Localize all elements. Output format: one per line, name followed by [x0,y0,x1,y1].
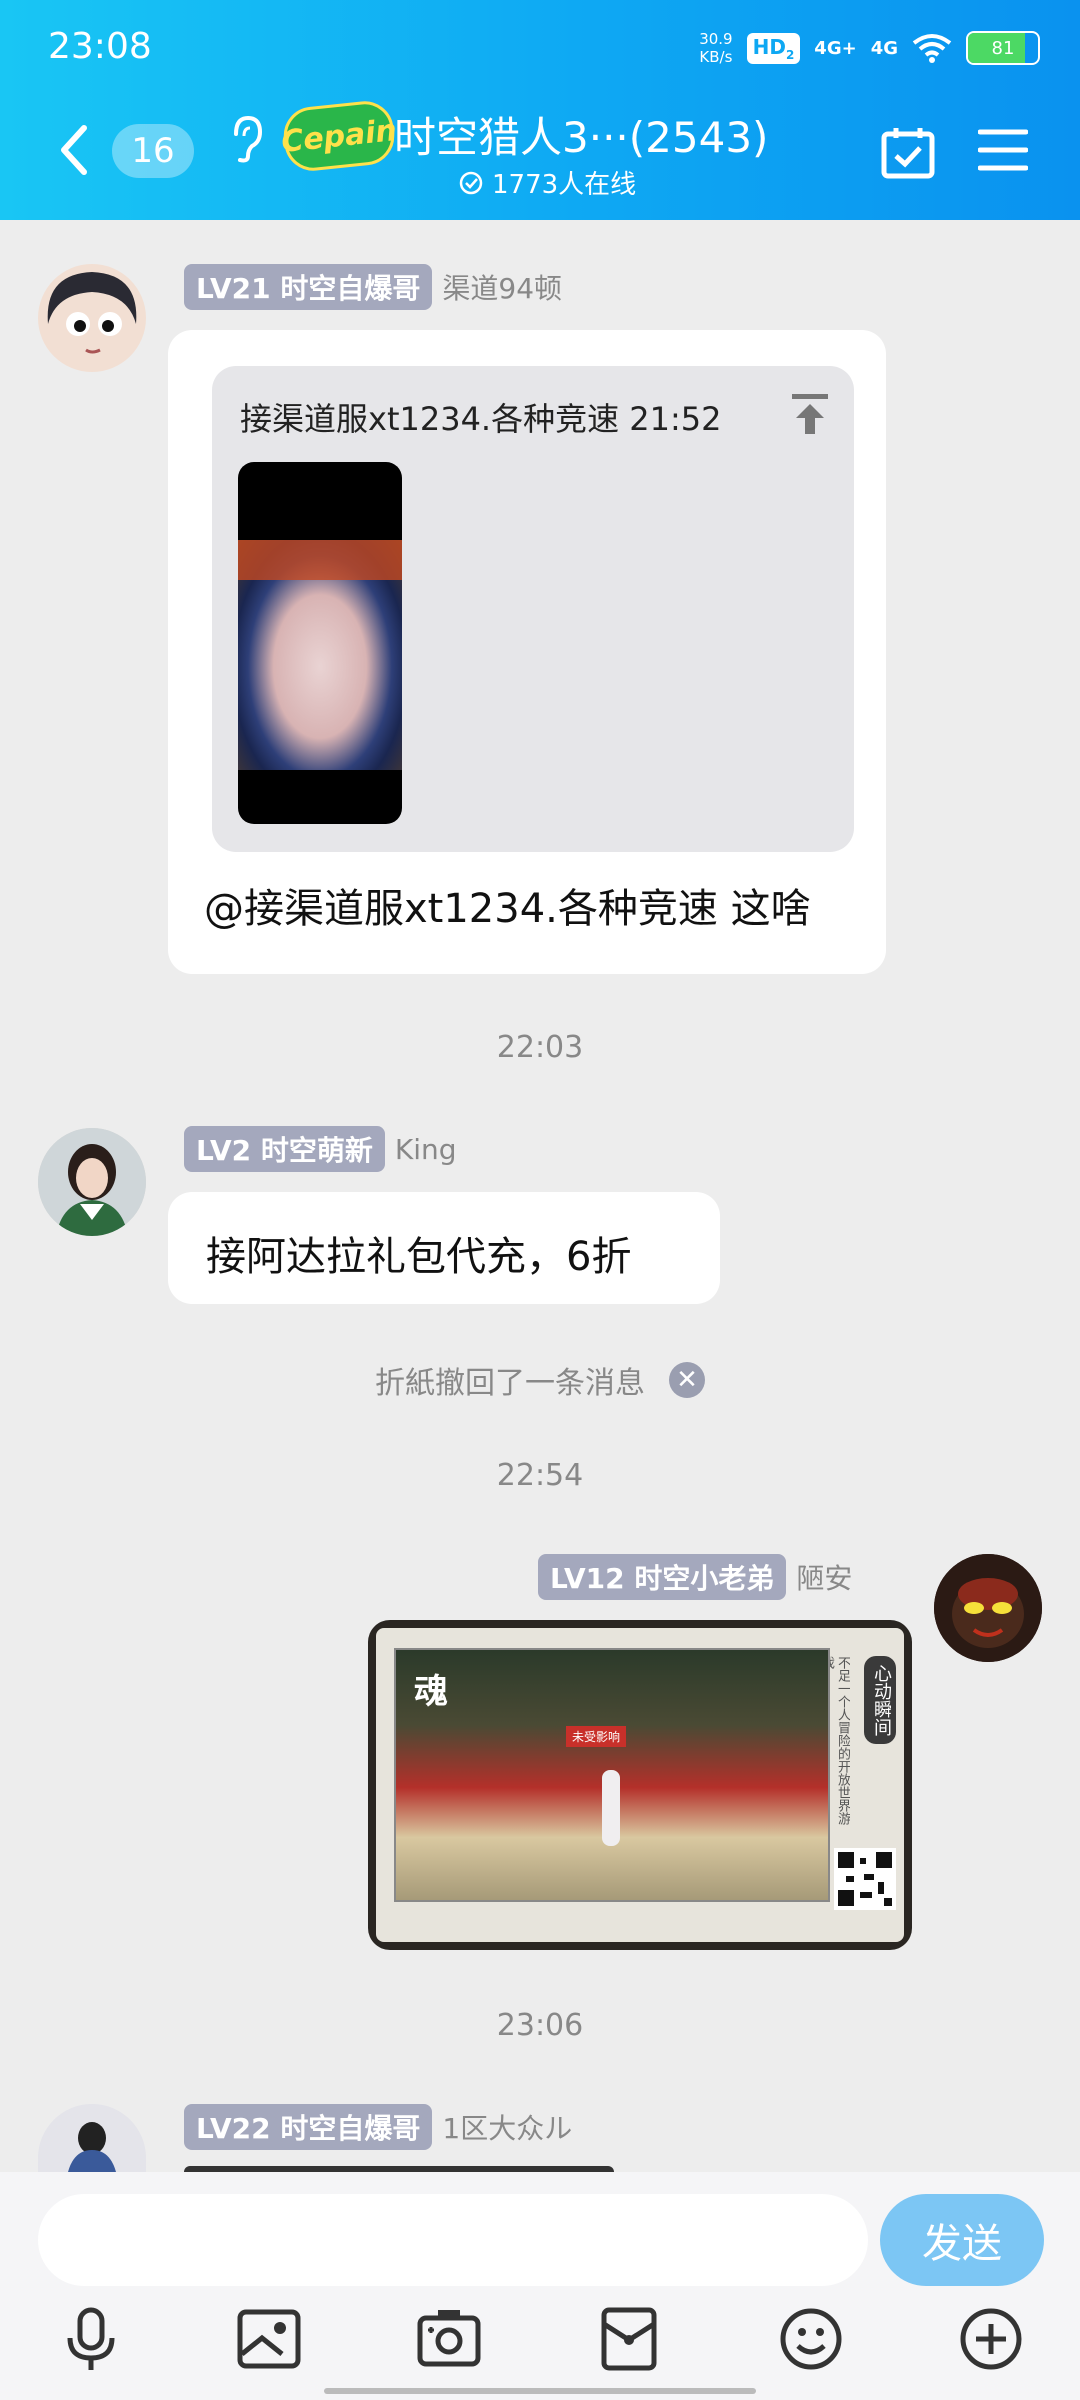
unread-badge[interactable]: 16 [112,124,194,178]
level-badge: LV21 时空自爆哥 [184,264,433,310]
close-icon[interactable]: ✕ [669,1362,705,1398]
quoted-message[interactable]: 接渠道服xt1234.各种竞速 21:52 [212,366,854,852]
status-time: 23:08 [48,26,152,67]
home-indicator[interactable] [324,2388,756,2394]
avatar[interactable] [38,264,146,372]
message-input[interactable] [38,2194,868,2286]
message-bubble[interactable]: 接渠道服xt1234.各种竞速 21:52 @接渠道服xt1234.各种竞速 这… [168,330,886,974]
sender-info: LV22 时空自爆哥 1区大众ル [184,2104,572,2150]
calendar-check-icon[interactable] [880,124,936,180]
red-packet-icon[interactable] [594,2304,664,2374]
image-card-message[interactable]: 魂 未受影响 心动瞬间 不足一个人冒险的开放世界游戏 [368,1620,912,1950]
qr-code-icon[interactable] [834,1848,896,1910]
sender-info: LV21 时空自爆哥 渠道94顿 [184,264,562,310]
wifi-icon [912,34,952,63]
jump-to-original-icon[interactable] [790,392,830,436]
photo-top-accent [238,540,402,580]
image-icon[interactable] [234,2304,304,2374]
battery-icon: 81 [966,31,1040,65]
timestamp: 22:03 [496,1030,584,1065]
sender-nickname[interactable]: King [395,1133,457,1166]
online-status-icon [459,171,483,194]
message-text: 接阿达拉礼包代充，6折 [206,1234,632,1280]
microphone-icon[interactable] [56,2304,126,2374]
back-icon[interactable] [50,120,100,180]
timestamp: 23:06 [496,2008,584,2043]
sender-info: LV2 时空萌新 King [184,1126,457,1172]
send-button[interactable]: 发送 [880,2194,1044,2286]
game-logo: 魂 [414,1672,448,1712]
avatar[interactable] [38,1128,146,1236]
person-photo-icon [38,1128,146,1236]
sender-nickname[interactable]: 1区大众ル [442,2107,572,2147]
sender-nickname[interactable]: 陋安 [796,1557,852,1597]
group-title[interactable]: 时空猎人3···(2543) [394,104,768,165]
status-icons: 30.9 KB/s HD2 4G+ 4G 81 [699,30,1040,66]
camera-icon[interactable] [414,2304,484,2374]
online-count: 1773人在线 [458,164,636,201]
level-badge: LV12 时空小老弟 [538,1554,787,1600]
input-bar: 发送 [0,2172,1080,2400]
signal-icon-2: 4G [870,37,898,59]
hd-icon: HD2 [746,32,801,64]
level-badge: LV2 时空萌新 [184,1126,385,1172]
timestamp: 22:54 [496,1458,584,1493]
quoted-sender: 接渠道服xt1234.各种竞速 21:52 [240,400,722,438]
message-bubble[interactable]: 接阿达拉礼包代充，6折 [168,1192,720,1304]
monster-avatar-icon [934,1554,1042,1662]
cartoon-face-icon [47,272,137,354]
person-avatar-icon [38,2104,146,2172]
recall-notice: 折紙撤回了一条消息 ✕ [0,1358,1080,1402]
avatar[interactable] [934,1554,1042,1662]
level-badge: LV22 时空自爆哥 [184,2104,433,2150]
card-side-label: 心动瞬间 [864,1656,896,1744]
game-screenshot[interactable]: 魂 未受影响 [394,1648,830,1902]
chat-header: 23:08 30.9 KB/s HD2 4G+ 4G 81 16 Cepain … [0,0,1080,220]
signal-icon: 4G+ [814,37,857,59]
avatar[interactable] [38,2104,146,2172]
ear-icon[interactable] [228,114,264,164]
game-tag: 未受影响 [566,1726,627,1747]
plus-icon[interactable] [956,2304,1026,2374]
net-speed: 30.9 KB/s [699,30,733,66]
message-text: @接渠道服xt1234.各种竞速 这啥 [204,886,811,932]
emoji-icon[interactable] [776,2304,846,2374]
group-logo: Cepain [280,98,398,174]
character [602,1770,620,1846]
menu-icon[interactable] [978,126,1028,174]
sender-info: LV12 时空小老弟 陋安 [538,1554,852,1600]
card-side-text: 不足一个人冒险的开放世界游戏 [830,1656,850,1825]
quoted-image[interactable] [238,462,402,824]
sender-nickname[interactable]: 渠道94顿 [442,267,562,307]
